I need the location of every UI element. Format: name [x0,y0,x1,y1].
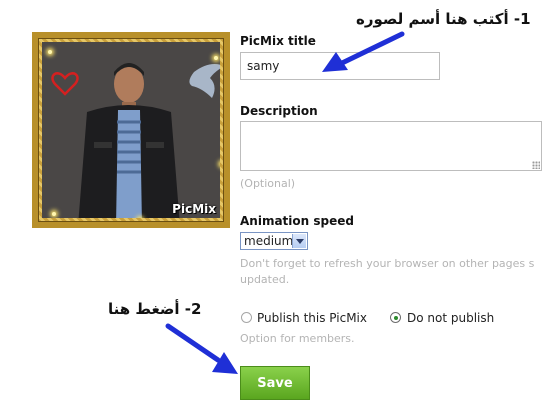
picmix-image-frame: PicMix [32,32,230,228]
save-button[interactable]: Save [240,366,310,400]
picmix-watermark: PicMix [172,202,216,216]
refresh-hint-line2: updated. [240,273,290,286]
annotation-step2: 2- أضغط هنا [108,300,202,318]
publish-option-label[interactable]: Publish this PicMix [257,311,367,325]
description-optional-hint: (Optional) [240,177,296,190]
title-label: PicMix title [240,34,316,48]
annotation-step1: 1- أكتب هنا أسم لصوره [356,10,531,28]
person-illustration [51,63,220,218]
animation-speed-label: Animation speed [240,214,354,228]
resize-handle-icon[interactable] [532,161,540,169]
arrow-step1-icon [322,31,405,72]
animation-speed-select[interactable]: medium [240,232,308,250]
description-textarea[interactable] [240,121,542,171]
picmix-image: PicMix [42,42,220,218]
do-not-publish-radio[interactable] [390,312,401,323]
arrow-step2-icon [165,323,238,374]
description-label: Description [240,104,318,118]
do-not-publish-option-label[interactable]: Do not publish [407,311,494,325]
members-hint: Option for members. [240,332,355,345]
refresh-hint-line1: Don't forget to refresh your browser on … [240,257,535,270]
animation-speed-value: medium [244,234,294,248]
chevron-down-icon[interactable] [292,234,306,248]
publish-radio[interactable] [241,312,252,323]
